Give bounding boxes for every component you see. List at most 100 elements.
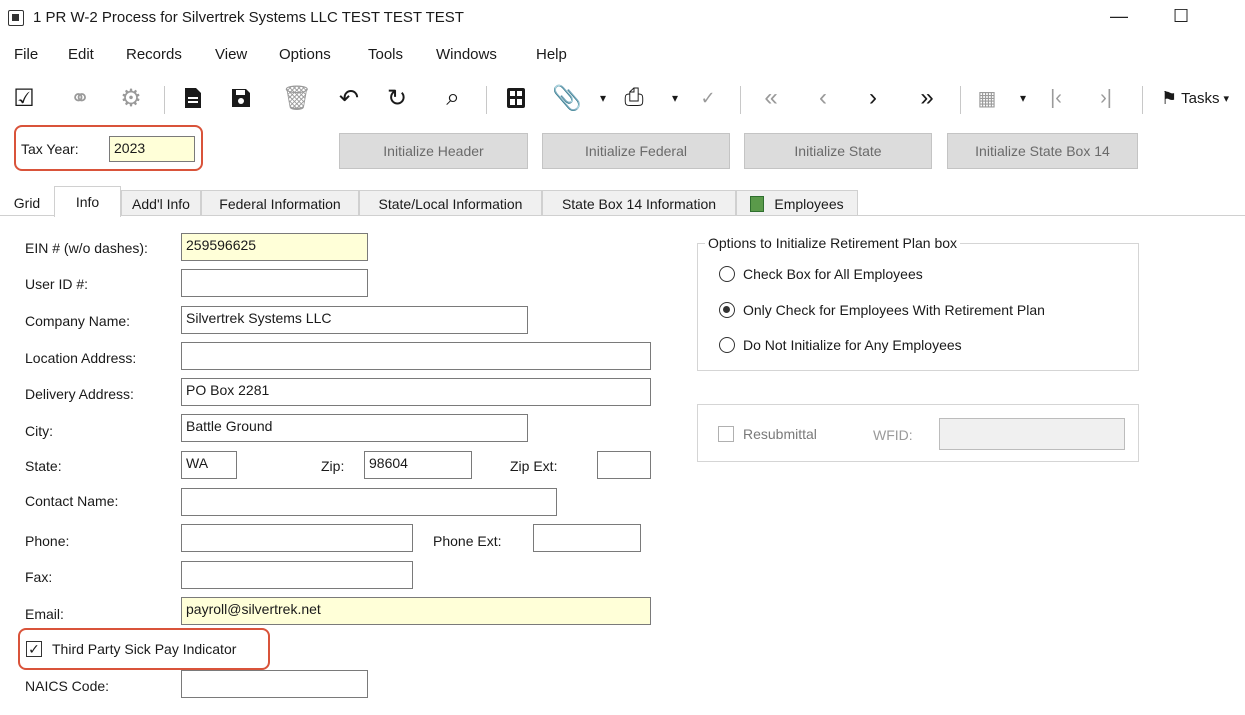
spellcheck-icon[interactable]: ✓: [693, 80, 723, 116]
tasks-menu[interactable]: ⚑ Tasks ▾: [1150, 80, 1240, 116]
tab-bar: Grid Info Add'l Info Federal Information…: [0, 186, 1245, 217]
toolbar-separator: [1142, 86, 1143, 114]
state-input[interactable]: WA: [181, 451, 237, 479]
tasks-label: Tasks: [1181, 89, 1220, 107]
new-document-icon[interactable]: [178, 80, 208, 116]
naics-code-label: NAICS Code:: [25, 678, 110, 694]
location-address-label: Location Address:: [25, 350, 137, 366]
previous-record-icon[interactable]: ‹: [808, 80, 838, 116]
toolbar-separator: [486, 86, 487, 114]
zip-input[interactable]: 98604: [364, 451, 472, 479]
tab-info[interactable]: Info: [54, 186, 121, 217]
delivery-address-label: Delivery Address:: [25, 386, 134, 402]
settings-icon[interactable]: ⚙: [114, 80, 148, 116]
grid-dropdown-icon[interactable]: ▾: [1016, 80, 1030, 116]
menu-file[interactable]: File: [14, 46, 38, 63]
initialize-state-button[interactable]: Initialize State: [744, 133, 932, 169]
flag-icon: ⚑: [1160, 87, 1178, 108]
spreadsheet-icon: [750, 195, 765, 212]
contact-name-input[interactable]: [181, 488, 557, 516]
delete-icon[interactable]: 🗑: [282, 80, 312, 116]
menu-records[interactable]: Records: [126, 46, 182, 63]
toolbar-separator: [740, 86, 741, 114]
menu-windows[interactable]: Windows: [436, 46, 497, 63]
tasks-dropdown-icon: ▾: [1223, 92, 1229, 105]
tax-year-label: Tax Year:: [21, 141, 79, 157]
city-label: City:: [25, 423, 53, 439]
phone-ext-input[interactable]: [533, 524, 641, 552]
menu-options[interactable]: Options: [279, 46, 331, 63]
tab-state-box14-information[interactable]: State Box 14 Information: [542, 190, 736, 216]
grid-settings-icon[interactable]: ▦: [972, 80, 1002, 116]
go-last-icon[interactable]: ›|: [1094, 80, 1118, 116]
userid-input[interactable]: [181, 269, 368, 297]
ein-label: EIN # (w/o dashes):: [25, 240, 148, 256]
state-label: State:: [25, 458, 62, 474]
menu-help[interactable]: Help: [536, 46, 567, 63]
go-first-icon[interactable]: |‹: [1044, 80, 1068, 116]
delivery-address-input[interactable]: PO Box 2281: [181, 378, 651, 406]
menu-view[interactable]: View: [215, 46, 247, 63]
naics-code-input[interactable]: [181, 670, 368, 698]
city-input[interactable]: Battle Ground: [181, 414, 528, 442]
minimize-button[interactable]: —: [1110, 6, 1128, 27]
resubmittal-label: Resubmittal: [743, 426, 817, 442]
radio-only-retirement[interactable]: [719, 302, 735, 318]
sick-pay-checkbox[interactable]: ✓: [26, 641, 42, 657]
location-address-input[interactable]: [181, 342, 651, 370]
wfid-input[interactable]: [939, 418, 1125, 450]
resubmittal-checkbox[interactable]: [718, 426, 734, 442]
binoculars-icon[interactable]: ⚭: [64, 80, 96, 116]
tab-state-local-information[interactable]: State/Local Information: [359, 190, 542, 216]
first-record-icon[interactable]: «: [756, 80, 786, 116]
maximize-button[interactable]: ☐: [1173, 6, 1189, 27]
userid-label: User ID #:: [25, 276, 89, 292]
search-icon[interactable]: ⌕: [438, 80, 468, 116]
radio-do-not-initialize[interactable]: [719, 337, 735, 353]
initialize-federal-button[interactable]: Initialize Federal: [542, 133, 730, 169]
refresh-icon[interactable]: ↻: [382, 80, 412, 116]
zip-ext-label: Zip Ext:: [510, 458, 558, 474]
email-label: Email:: [25, 606, 64, 622]
ein-input[interactable]: 259596625: [181, 233, 368, 261]
initialize-state-box14-button[interactable]: Initialize State Box 14: [947, 133, 1138, 169]
next-record-icon[interactable]: ›: [858, 80, 888, 116]
radio-check-all-label[interactable]: Check Box for All Employees: [743, 266, 923, 282]
radio-check-all[interactable]: [719, 266, 735, 282]
save-icon[interactable]: [226, 80, 256, 116]
tab-addl-info[interactable]: Add'l Info: [121, 190, 201, 216]
tab-employees-label: Employees: [774, 195, 844, 212]
select-icon[interactable]: ☑: [8, 80, 40, 116]
zip-label: Zip:: [321, 458, 345, 474]
initialize-header-button[interactable]: Initialize Header: [339, 133, 528, 169]
company-name-input[interactable]: Silvertrek Systems LLC: [181, 306, 528, 334]
menu-edit[interactable]: Edit: [68, 46, 94, 63]
undo-icon[interactable]: ↶: [334, 80, 364, 116]
print-dropdown-icon[interactable]: ▾: [668, 80, 682, 116]
tab-divider: [0, 215, 1245, 216]
tab-employees[interactable]: Employees: [736, 190, 858, 216]
toolbar: ☑ ⚭ ⚙ 🗑 ↶ ↻ ⌕ 📎 ▾ ⎙ ▾ ✓ « ‹ › » ▦ ▾ |‹ ›…: [0, 80, 1245, 120]
attach-icon[interactable]: 📎: [552, 80, 582, 116]
phone-input[interactable]: [181, 524, 413, 552]
phone-ext-label: Phone Ext:: [433, 533, 502, 549]
radio-only-retirement-label[interactable]: Only Check for Employees With Retirement…: [743, 302, 1045, 318]
attach-dropdown-icon[interactable]: ▾: [596, 80, 610, 116]
wfid-label: WFID:: [873, 427, 913, 443]
window-title: 1 PR W-2 Process for Silvertrek Systems …: [33, 9, 464, 26]
tab-grid[interactable]: Grid: [0, 190, 54, 216]
app-icon: [8, 10, 24, 26]
email-input[interactable]: payroll@silvertrek.net: [181, 597, 651, 625]
print-icon[interactable]: ⎙: [618, 80, 650, 116]
tab-federal-information[interactable]: Federal Information: [201, 190, 359, 216]
zip-ext-input[interactable]: [597, 451, 651, 479]
menu-tools[interactable]: Tools: [368, 46, 403, 63]
calculator-icon[interactable]: [500, 80, 532, 116]
phone-label: Phone:: [25, 533, 70, 549]
tax-year-input[interactable]: 2023: [109, 136, 195, 162]
sick-pay-label: Third Party Sick Pay Indicator: [52, 641, 237, 657]
retirement-options-legend: Options to Initialize Retirement Plan bo…: [705, 235, 961, 251]
radio-do-not-initialize-label[interactable]: Do Not Initialize for Any Employees: [743, 337, 962, 353]
fax-input[interactable]: [181, 561, 413, 589]
last-record-icon[interactable]: »: [910, 80, 944, 116]
